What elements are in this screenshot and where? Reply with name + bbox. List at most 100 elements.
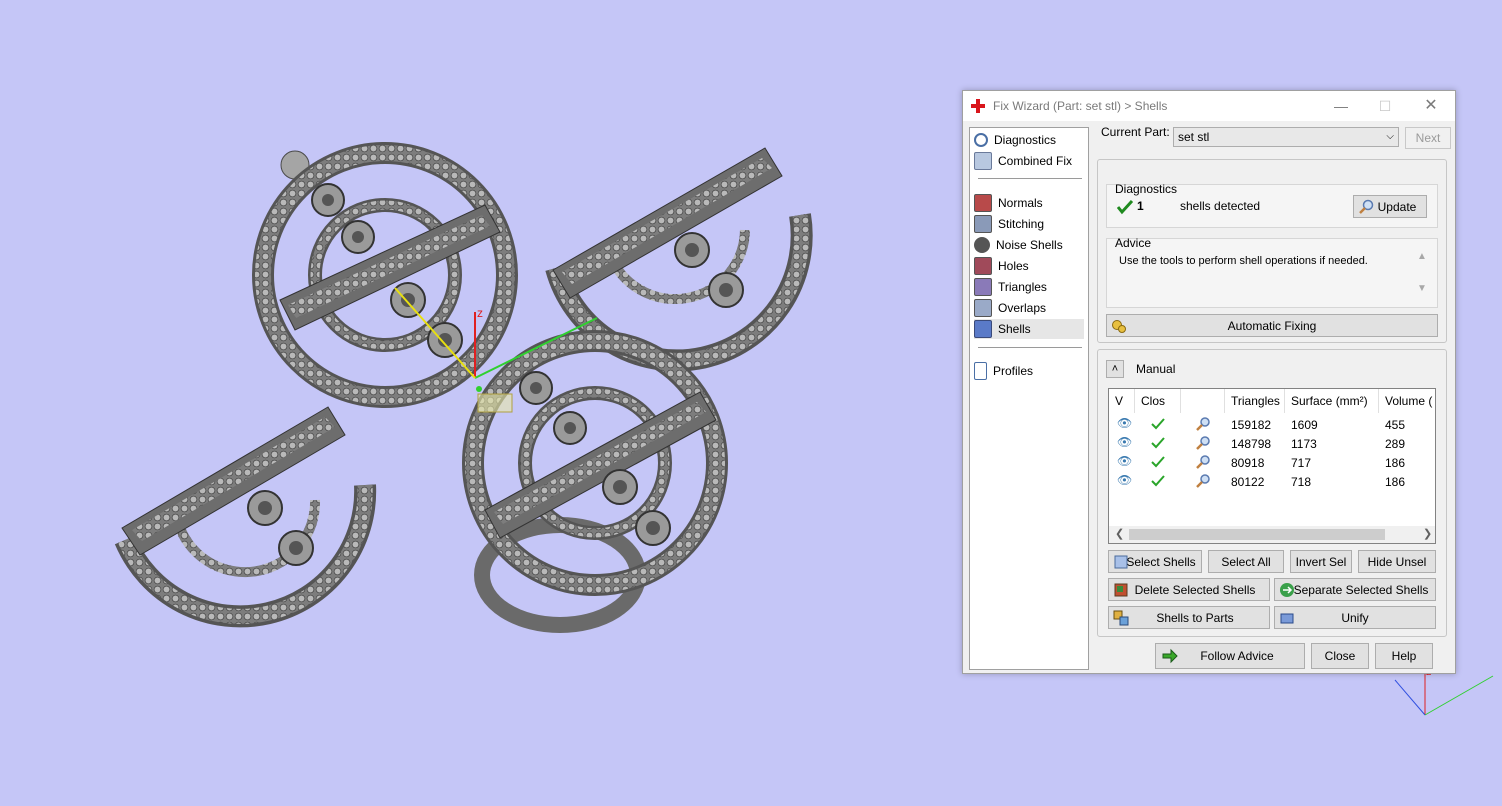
maximize-button[interactable]: ☐ <box>1363 91 1407 121</box>
select-shells-button[interactable]: Select Shells <box>1108 550 1202 573</box>
advice-box: Advice Use the tools to perform shell op… <box>1106 236 1438 308</box>
automatic-fixing-button[interactable]: Automatic Fixing <box>1106 314 1438 337</box>
scroll-up-icon[interactable]: ▲ <box>1417 251 1427 262</box>
nav-item-stitching[interactable]: Stitching <box>974 214 1084 234</box>
collapse-manual-button[interactable]: ˄ <box>1106 360 1124 378</box>
check-icon <box>1151 475 1165 487</box>
delete-selected-shells-button[interactable]: Delete Selected Shells <box>1108 578 1270 601</box>
nav-item-label: Triangles <box>998 280 1047 294</box>
manual-title: Manual <box>1136 362 1176 376</box>
table-row[interactable]: 👁 80918 717 186 <box>1109 453 1435 472</box>
table-row[interactable]: 👁 80122 718 186 <box>1109 472 1435 491</box>
stitching-icon <box>974 215 992 233</box>
surface-cell: 717 <box>1291 456 1312 470</box>
column-header-triangles[interactable]: Triangles <box>1225 389 1285 413</box>
magnifier-icon[interactable] <box>1195 416 1211 432</box>
profiles-icon <box>974 362 987 380</box>
volume-cell: 186 <box>1385 456 1406 470</box>
nav-item-noise-shells[interactable]: Noise Shells <box>974 235 1084 255</box>
normals-icon <box>974 194 992 212</box>
pendant-round <box>252 142 518 408</box>
next-button[interactable]: Next <box>1405 127 1451 149</box>
eye-icon[interactable]: 👁 <box>1117 473 1132 487</box>
pendant-half-left <box>114 406 377 628</box>
scrollbar-thumb[interactable] <box>1129 529 1385 540</box>
diagnostics-title: Diagnostics <box>1115 182 1178 196</box>
column-header-action[interactable] <box>1181 389 1225 413</box>
automatic-fixing-label: Automatic Fixing <box>1227 318 1317 333</box>
overlaps-icon <box>974 299 992 317</box>
delete-selected-shells-label: Delete Selected Shells <box>1134 582 1256 597</box>
current-part-select[interactable]: set stl ⌵ <box>1173 127 1399 147</box>
update-button[interactable]: Update <box>1353 195 1427 218</box>
follow-advice-button[interactable]: Follow Advice <box>1155 643 1305 669</box>
magnifier-icon[interactable] <box>1195 473 1211 489</box>
nav-divider <box>978 178 1082 179</box>
shells-to-parts-button[interactable]: Shells to Parts <box>1108 606 1270 629</box>
column-header-volume[interactable]: Volume ( <box>1379 389 1435 413</box>
nav-item-label: Combined Fix <box>998 154 1073 168</box>
hide-unsel-button[interactable]: Hide Unsel <box>1358 550 1436 573</box>
nav-divider <box>978 347 1082 348</box>
nav-item-profiles[interactable]: Profiles <box>974 361 1084 381</box>
column-header-closed[interactable]: Clos <box>1135 389 1181 413</box>
invert-sel-button[interactable]: Invert Sel <box>1290 550 1352 573</box>
nav-item-holes[interactable]: Holes <box>974 256 1084 276</box>
scroll-left-icon[interactable]: ❮ <box>1115 527 1124 540</box>
triangles-icon <box>974 278 992 296</box>
horizontal-scrollbar[interactable]: ❮ ❯ <box>1109 526 1435 543</box>
column-header-v[interactable]: V <box>1109 389 1135 413</box>
window-title: Fix Wizard (Part: set stl) > Shells <box>993 99 1168 113</box>
axis-z-label: z <box>477 306 483 320</box>
nav-item-diagnostics[interactable]: Diagnostics <box>974 130 1084 150</box>
shell-count: 1 <box>1137 199 1144 213</box>
magnifier-icon[interactable] <box>1195 454 1211 470</box>
triangles-cell: 159182 <box>1231 418 1272 432</box>
unify-button[interactable]: Unify <box>1274 606 1436 629</box>
minimize-button[interactable]: — <box>1319 91 1363 121</box>
eye-icon[interactable]: 👁 <box>1117 454 1132 468</box>
holes-icon <box>974 257 992 275</box>
advice-text: Use the tools to perform shell operation… <box>1119 255 1368 267</box>
nav-item-triangles[interactable]: Triangles <box>974 277 1084 297</box>
noise-shells-icon <box>974 237 990 253</box>
nav-item-overlaps[interactable]: Overlaps <box>974 298 1084 318</box>
nav-item-label: Stitching <box>998 217 1045 231</box>
update-label: Update <box>1377 199 1417 214</box>
close-window-button[interactable]: ✕ <box>1409 91 1453 121</box>
select-all-button[interactable]: Select All <box>1208 550 1284 573</box>
unify-label: Unify <box>1341 610 1369 625</box>
corner-axes <box>1394 672 1494 716</box>
table-row[interactable]: 👁 159182 1609 455 <box>1109 415 1435 434</box>
diagnostics-group: Diagnostics 1 shells detected Update Adv… <box>1097 159 1447 343</box>
eye-icon[interactable]: 👁 <box>1117 416 1132 430</box>
title-bar[interactable]: Fix Wizard (Part: set stl) > Shells — ☐ … <box>963 91 1455 121</box>
help-button[interactable]: Help <box>1375 643 1433 669</box>
shells-to-parts-label: Shells to Parts <box>1156 610 1234 625</box>
check-icon <box>1117 199 1133 215</box>
separate-shells-icon <box>1280 583 1294 597</box>
select-shells-label: Select Shells <box>1126 554 1196 569</box>
column-header-surface[interactable]: Surface (mm²) <box>1285 389 1379 413</box>
unify-icon <box>1280 613 1294 624</box>
scroll-down-icon[interactable]: ▼ <box>1417 283 1427 294</box>
fix-wizard-dialog: Fix Wizard (Part: set stl) > Shells — ☐ … <box>962 90 1456 674</box>
nav-item-combined-fix[interactable]: Combined Fix <box>974 151 1084 171</box>
close-button[interactable]: Close <box>1311 643 1369 669</box>
diagnostics-box: Diagnostics 1 shells detected Update <box>1106 182 1438 228</box>
arrow-right-icon <box>1162 648 1178 664</box>
magnifier-icon[interactable] <box>1195 435 1211 451</box>
nav-item-normals[interactable]: Normals <box>974 193 1084 213</box>
nav-item-label: Noise Shells <box>996 238 1063 252</box>
magnifier-icon <box>1359 199 1374 214</box>
surface-cell: 718 <box>1291 475 1312 489</box>
nav-item-shells[interactable]: Shells <box>974 319 1084 339</box>
separate-selected-shells-button[interactable]: Separate Selected Shells <box>1274 578 1436 601</box>
eye-icon[interactable]: 👁 <box>1117 435 1132 449</box>
ring-model <box>462 330 728 633</box>
table-row[interactable]: 👁 148798 1173 289 <box>1109 434 1435 453</box>
scroll-right-icon[interactable]: ❯ <box>1423 527 1432 540</box>
separate-selected-shells-label: Separate Selected Shells <box>1293 582 1429 597</box>
chevron-down-icon: ⌵ <box>1386 131 1394 142</box>
shells-to-parts-icon <box>1113 610 1129 626</box>
